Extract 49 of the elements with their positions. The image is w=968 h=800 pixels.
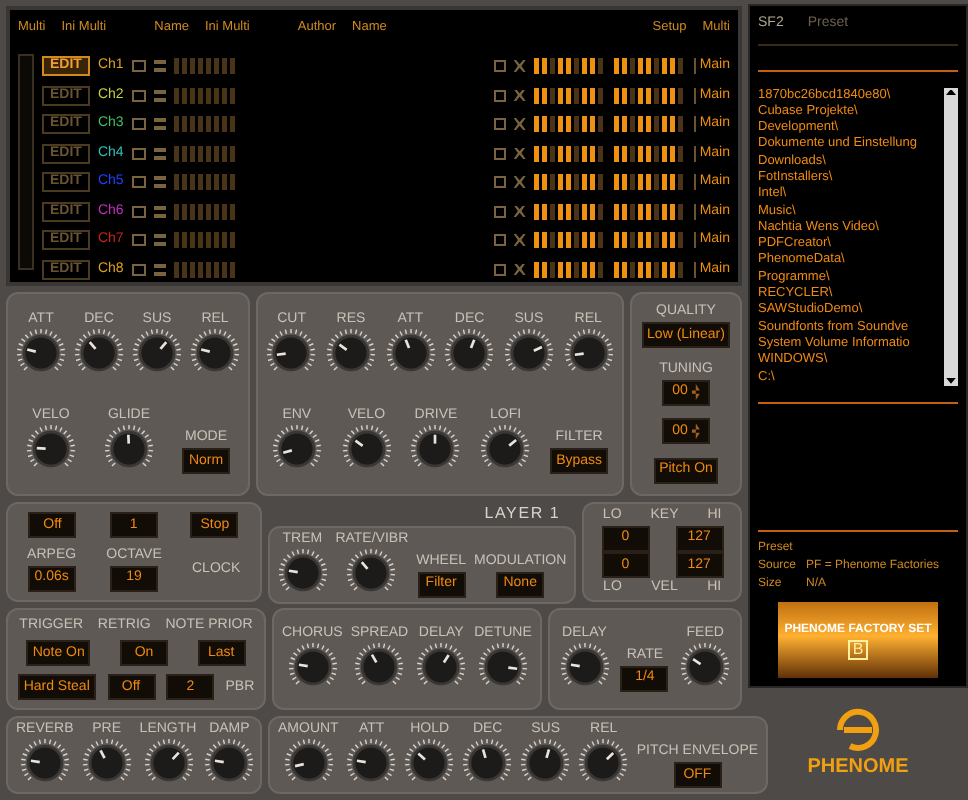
led-bar-drawing <box>173 145 238 161</box>
led-bar-drawing <box>173 116 238 132</box>
logo-icon <box>832 707 884 751</box>
close-icon[interactable] <box>513 60 526 72</box>
led-bar-drawing <box>533 232 606 248</box>
scroll-up-icon[interactable] <box>946 89 956 95</box>
logo-text: PHENOME <box>807 753 909 781</box>
spin-arrows-icon[interactable] <box>691 423 700 440</box>
save-icon[interactable] <box>493 60 506 72</box>
close-icon[interactable] <box>513 89 526 101</box>
led-bar-drawing <box>173 232 238 248</box>
led-bar-drawing <box>533 58 606 74</box>
close-icon[interactable] <box>513 205 526 217</box>
led-bar-drawing <box>173 174 238 190</box>
led-bar-drawing <box>613 58 686 74</box>
spin-arrows-icon[interactable] <box>691 384 700 401</box>
led-bar-drawing <box>613 87 686 103</box>
led-bar-drawing <box>173 87 238 103</box>
led-bar-drawing <box>613 232 686 248</box>
led-bar-drawing <box>613 116 686 132</box>
banner-letter: B <box>848 639 868 659</box>
close-icon[interactable] <box>513 118 526 130</box>
save-icon[interactable] <box>493 205 506 217</box>
led-bar-drawing <box>613 261 686 277</box>
led-bar-drawing <box>533 145 606 161</box>
led-bar-drawing <box>533 87 606 103</box>
save-icon[interactable] <box>493 147 506 159</box>
close-icon[interactable] <box>513 234 526 246</box>
led-bar-drawing <box>533 261 606 277</box>
led-bar-drawing <box>533 203 606 219</box>
led-bar-drawing <box>173 203 238 219</box>
led-bar-drawing <box>613 145 686 161</box>
save-icon[interactable] <box>493 234 506 246</box>
close-icon[interactable] <box>513 147 526 159</box>
led-bar-drawing <box>173 58 238 74</box>
save-icon[interactable] <box>493 263 506 275</box>
close-icon[interactable] <box>513 263 526 275</box>
close-icon[interactable] <box>513 176 526 188</box>
led-bar-drawing <box>173 261 238 277</box>
save-icon[interactable] <box>493 118 506 130</box>
led-bar-drawing <box>533 174 606 190</box>
layer-title: LAYER 1 <box>484 501 561 526</box>
save-icon[interactable] <box>493 89 506 101</box>
scroll-down-icon[interactable] <box>946 377 956 384</box>
scrollbar[interactable] <box>944 87 958 386</box>
save-icon[interactable] <box>493 176 506 188</box>
led-bar-drawing <box>613 203 686 219</box>
led-bar-drawing <box>533 116 606 132</box>
led-bar-drawing <box>613 174 686 190</box>
